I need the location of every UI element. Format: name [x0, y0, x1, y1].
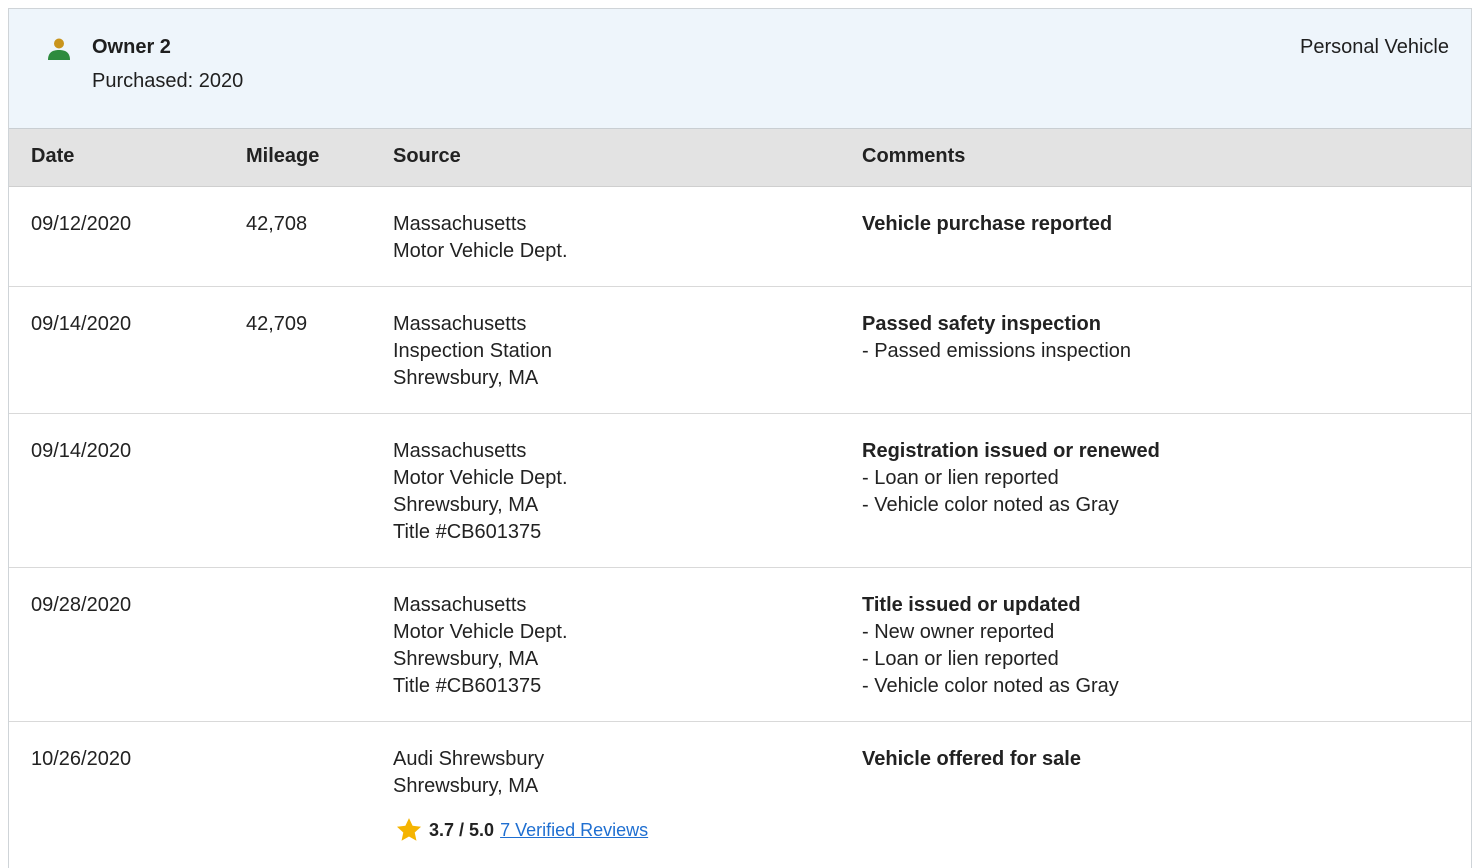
row-date: 10/26/2020: [31, 748, 132, 770]
row-date: 09/14/2020: [31, 313, 132, 335]
source-line: Massachusetts: [393, 313, 527, 335]
row-source: Massachusetts Inspection Station Shrewsb…: [393, 311, 552, 392]
source-line: Shrewsbury, MA: [393, 648, 539, 670]
source-line: Audi Shrewsbury: [393, 748, 545, 770]
row-date: 09/12/2020: [31, 213, 132, 235]
column-header-date: Date: [31, 145, 75, 167]
source-line: Massachusetts: [393, 594, 527, 616]
comment-detail: - Vehicle color noted as Gray: [862, 675, 1119, 697]
star-icon: [396, 818, 422, 841]
column-header-comments: Comments: [862, 145, 966, 167]
owner-header: Owner 2 Purchased: 2020 Personal Vehicle: [9, 9, 1471, 129]
row-date: 09/28/2020: [31, 594, 132, 616]
source-line: Motor Vehicle Dept.: [393, 621, 568, 643]
table-row: 10/26/2020 Audi Shrewsbury Shrewsbury, M…: [9, 722, 1471, 868]
source-line: Motor Vehicle Dept.: [393, 467, 568, 489]
comment-title: Vehicle purchase reported: [862, 213, 1113, 235]
table-row: 09/14/2020 42,709 Massachusetts Inspecti…: [9, 287, 1471, 414]
row-source: Massachusetts Motor Vehicle Dept.: [393, 211, 568, 265]
comment-title: Registration issued or renewed: [862, 440, 1160, 462]
owner-history-card: Owner 2 Purchased: 2020 Personal Vehicle…: [8, 8, 1472, 868]
comment-detail: - Loan or lien reported: [862, 648, 1059, 670]
rating-value: 3.7 / 5.0: [429, 819, 495, 840]
source-line: Shrewsbury, MA: [393, 367, 539, 389]
comment-detail: - New owner reported: [862, 621, 1055, 643]
verified-reviews-link[interactable]: 7 Verified Reviews: [500, 820, 648, 841]
comment-detail: - Loan or lien reported: [862, 467, 1059, 489]
table-row: 09/28/2020 Massachusetts Motor Vehicle D…: [9, 568, 1471, 722]
owner-type: Personal Vehicle: [1300, 36, 1449, 58]
column-header-source: Source: [393, 145, 461, 167]
row-comments: Registration issued or renewed - Loan or…: [862, 438, 1160, 519]
row-date: 09/14/2020: [31, 440, 132, 462]
row-comments: Vehicle offered for sale: [862, 746, 1081, 773]
row-source: Massachusetts Motor Vehicle Dept. Shrews…: [393, 438, 568, 546]
comment-title: Vehicle offered for sale: [862, 748, 1081, 770]
comment-title: Passed safety inspection: [862, 313, 1101, 335]
source-line: Massachusetts: [393, 440, 527, 462]
source-line: Massachusetts: [393, 213, 527, 235]
row-comments: Passed safety inspection - Passed emissi…: [862, 311, 1131, 365]
table-header: Date Mileage Source Comments: [9, 129, 1471, 187]
source-line: Motor Vehicle Dept.: [393, 240, 568, 262]
table-row: 09/14/2020 Massachusetts Motor Vehicle D…: [9, 414, 1471, 568]
dealer-rating: 3.7 / 5.0 7 Verified Reviews: [395, 816, 648, 844]
row-comments: Vehicle purchase reported: [862, 211, 1112, 238]
comment-detail: - Passed emissions inspection: [862, 340, 1132, 362]
person-icon: [48, 38, 70, 60]
source-line: Title #CB601375: [393, 521, 542, 543]
row-source: Audi Shrewsbury Shrewsbury, MA: [393, 746, 544, 800]
row-source: Massachusetts Motor Vehicle Dept. Shrews…: [393, 592, 568, 700]
source-line: Inspection Station: [393, 340, 552, 362]
owner-purchased: Purchased: 2020: [92, 70, 244, 92]
source-line: Shrewsbury, MA: [393, 775, 539, 797]
column-header-mileage: Mileage: [246, 145, 320, 167]
comment-detail: - Vehicle color noted as Gray: [862, 494, 1119, 516]
row-mileage: 42,709: [246, 313, 308, 335]
table-row: 09/12/2020 42,708 Massachusetts Motor Ve…: [9, 187, 1471, 287]
row-comments: Title issued or updated - New owner repo…: [862, 592, 1119, 700]
source-line: Title #CB601375: [393, 675, 542, 697]
row-mileage: 42,708: [246, 213, 308, 235]
comment-title: Title issued or updated: [862, 594, 1081, 616]
source-line: Shrewsbury, MA: [393, 494, 539, 516]
owner-name: Owner 2: [92, 36, 171, 58]
